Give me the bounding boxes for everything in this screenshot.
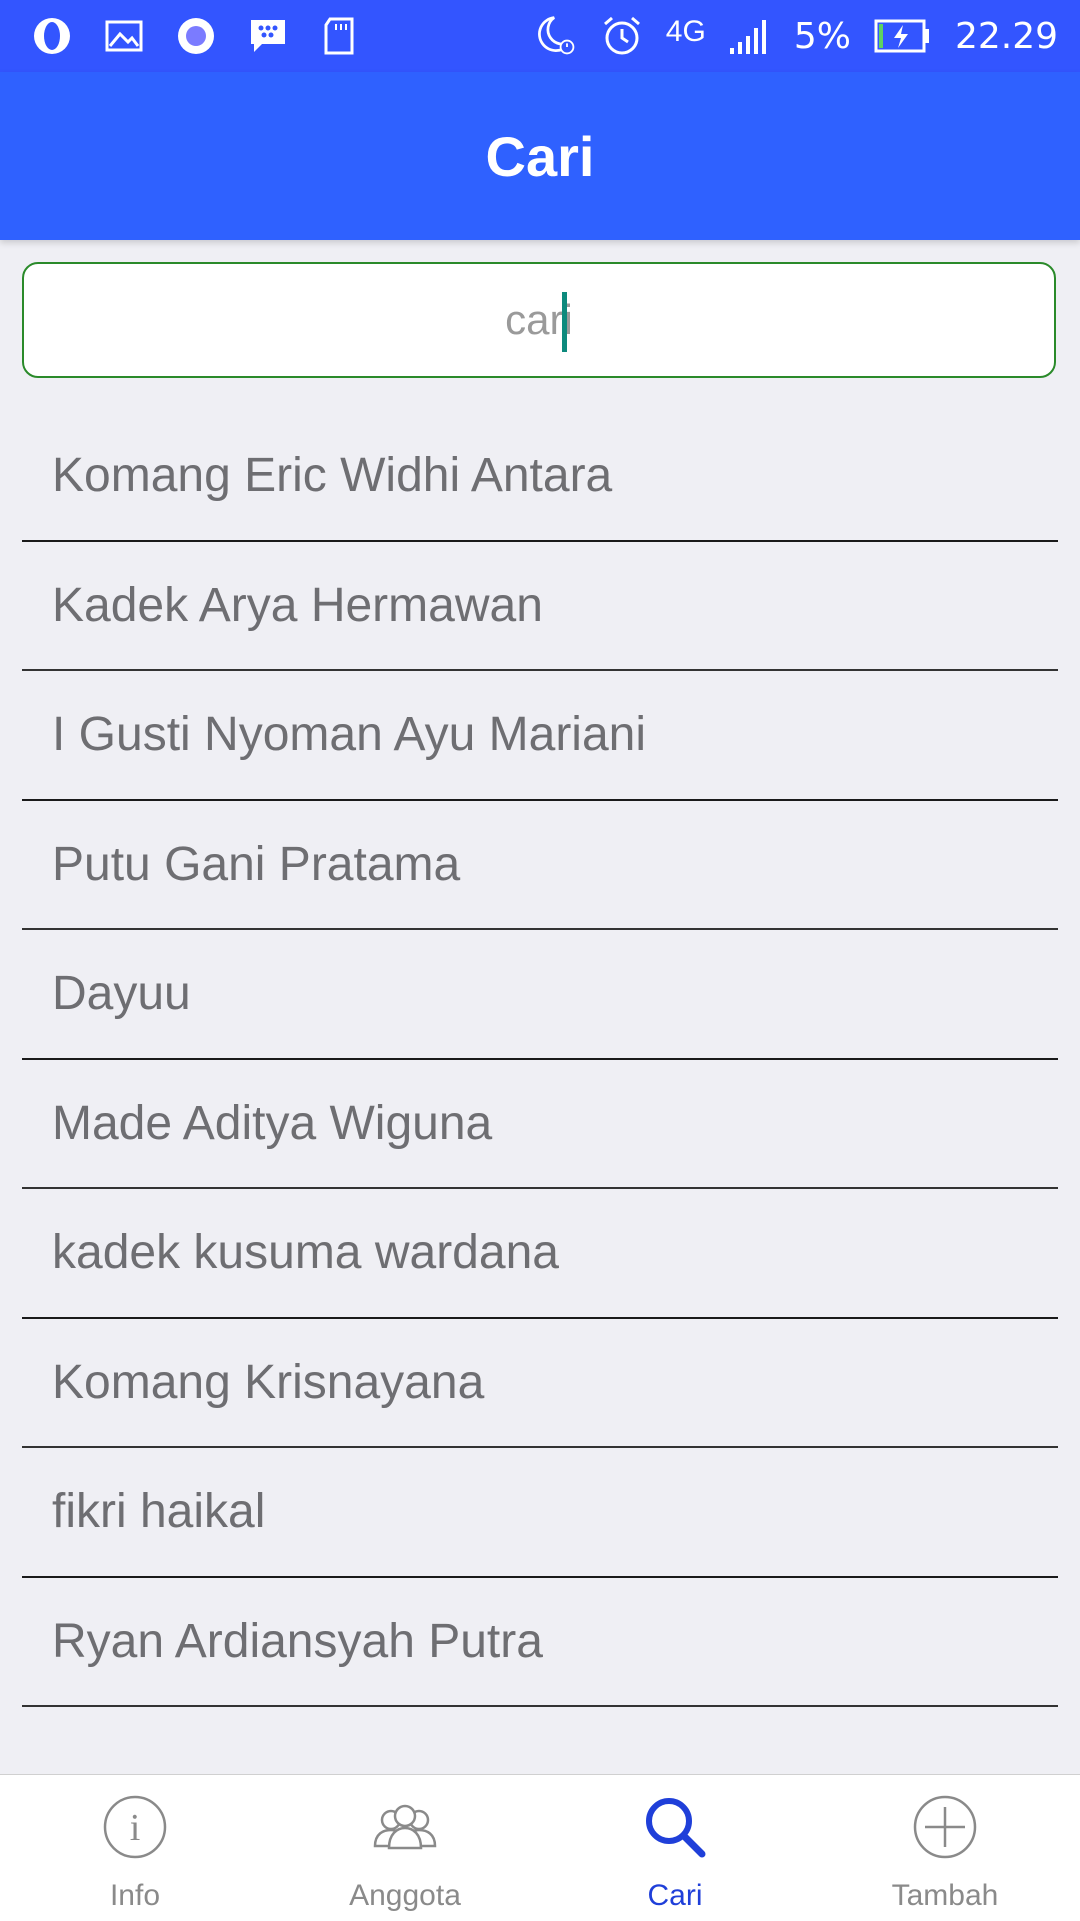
list-item[interactable]: Komang Krisnayana: [22, 1319, 1058, 1448]
member-name: Kadek Arya Hermawan: [52, 578, 543, 632]
member-name: Ryan Ardiansyah Putra: [52, 1614, 543, 1668]
tab-tambah[interactable]: Tambah: [810, 1775, 1080, 1921]
sd-card-icon: [318, 14, 362, 58]
search-icon: [639, 1791, 711, 1863]
app-header: Cari: [0, 72, 1080, 240]
member-list: Komang Eric Widhi Antara Kadek Arya Herm…: [0, 412, 1080, 1707]
list-item[interactable]: fikri haikal: [22, 1448, 1058, 1578]
battery-charging-icon: [873, 14, 933, 58]
tab-info[interactable]: i Info: [0, 1775, 270, 1921]
members-icon: [369, 1791, 441, 1863]
opera-icon: [30, 14, 74, 58]
list-item[interactable]: Dayuu: [22, 930, 1058, 1060]
member-name: Dayuu: [52, 967, 191, 1021]
member-name: I Gusti Nyoman Ayu Mariani: [52, 708, 647, 762]
list-item[interactable]: Made Aditya Wiguna: [22, 1060, 1058, 1189]
svg-text:i: i: [130, 1807, 141, 1849]
tab-label: Info: [109, 1879, 161, 1912]
member-name: Putu Gani Pratama: [52, 837, 461, 891]
list-item[interactable]: kadek kusuma wardana: [22, 1189, 1058, 1319]
status-bar-right: 4G 5% 22.29: [534, 0, 1058, 72]
info-icon: i: [99, 1791, 171, 1863]
list-item[interactable]: I Gusti Nyoman Ayu Mariani: [22, 671, 1058, 801]
search-box[interactable]: [22, 262, 1056, 378]
list-item[interactable]: Ryan Ardiansyah Putra: [22, 1578, 1058, 1707]
network-type-label: 4G: [665, 15, 706, 48]
tab-label: Cari: [647, 1879, 703, 1912]
list-item[interactable]: Komang Eric Widhi Antara: [22, 412, 1058, 542]
tab-label: Tambah: [891, 1879, 999, 1912]
signal-icon: [728, 14, 772, 58]
status-bar-left: [30, 0, 362, 72]
member-name: Komang Krisnayana: [52, 1355, 485, 1409]
bottom-tab-bar: i Info Anggota Cari Tambah: [0, 1774, 1080, 1921]
circle-app-icon: [174, 14, 218, 58]
text-caret: [562, 292, 567, 352]
alarm-icon: [600, 14, 644, 58]
member-name: Made Aditya Wiguna: [52, 1096, 493, 1150]
status-bar: 4G 5% 22.29: [0, 0, 1080, 72]
tab-cari[interactable]: Cari: [540, 1775, 810, 1921]
member-name: kadek kusuma wardana: [52, 1226, 559, 1280]
tab-anggota[interactable]: Anggota: [270, 1775, 540, 1921]
bbm-icon: [246, 14, 290, 58]
battery-percent: 5%: [793, 15, 851, 57]
member-name: Komang Eric Widhi Antara: [52, 449, 613, 503]
list-item[interactable]: Kadek Arya Hermawan: [22, 542, 1058, 671]
night-mode-icon: [534, 14, 578, 58]
add-icon: [909, 1791, 981, 1863]
member-name: fikri haikal: [52, 1485, 266, 1539]
search-input[interactable]: [24, 264, 1054, 376]
tab-label: Anggota: [349, 1879, 461, 1912]
gallery-icon: [102, 14, 146, 58]
page-title: Cari: [485, 124, 595, 188]
clock: 22.29: [954, 15, 1058, 57]
list-item[interactable]: Putu Gani Pratama: [22, 801, 1058, 930]
